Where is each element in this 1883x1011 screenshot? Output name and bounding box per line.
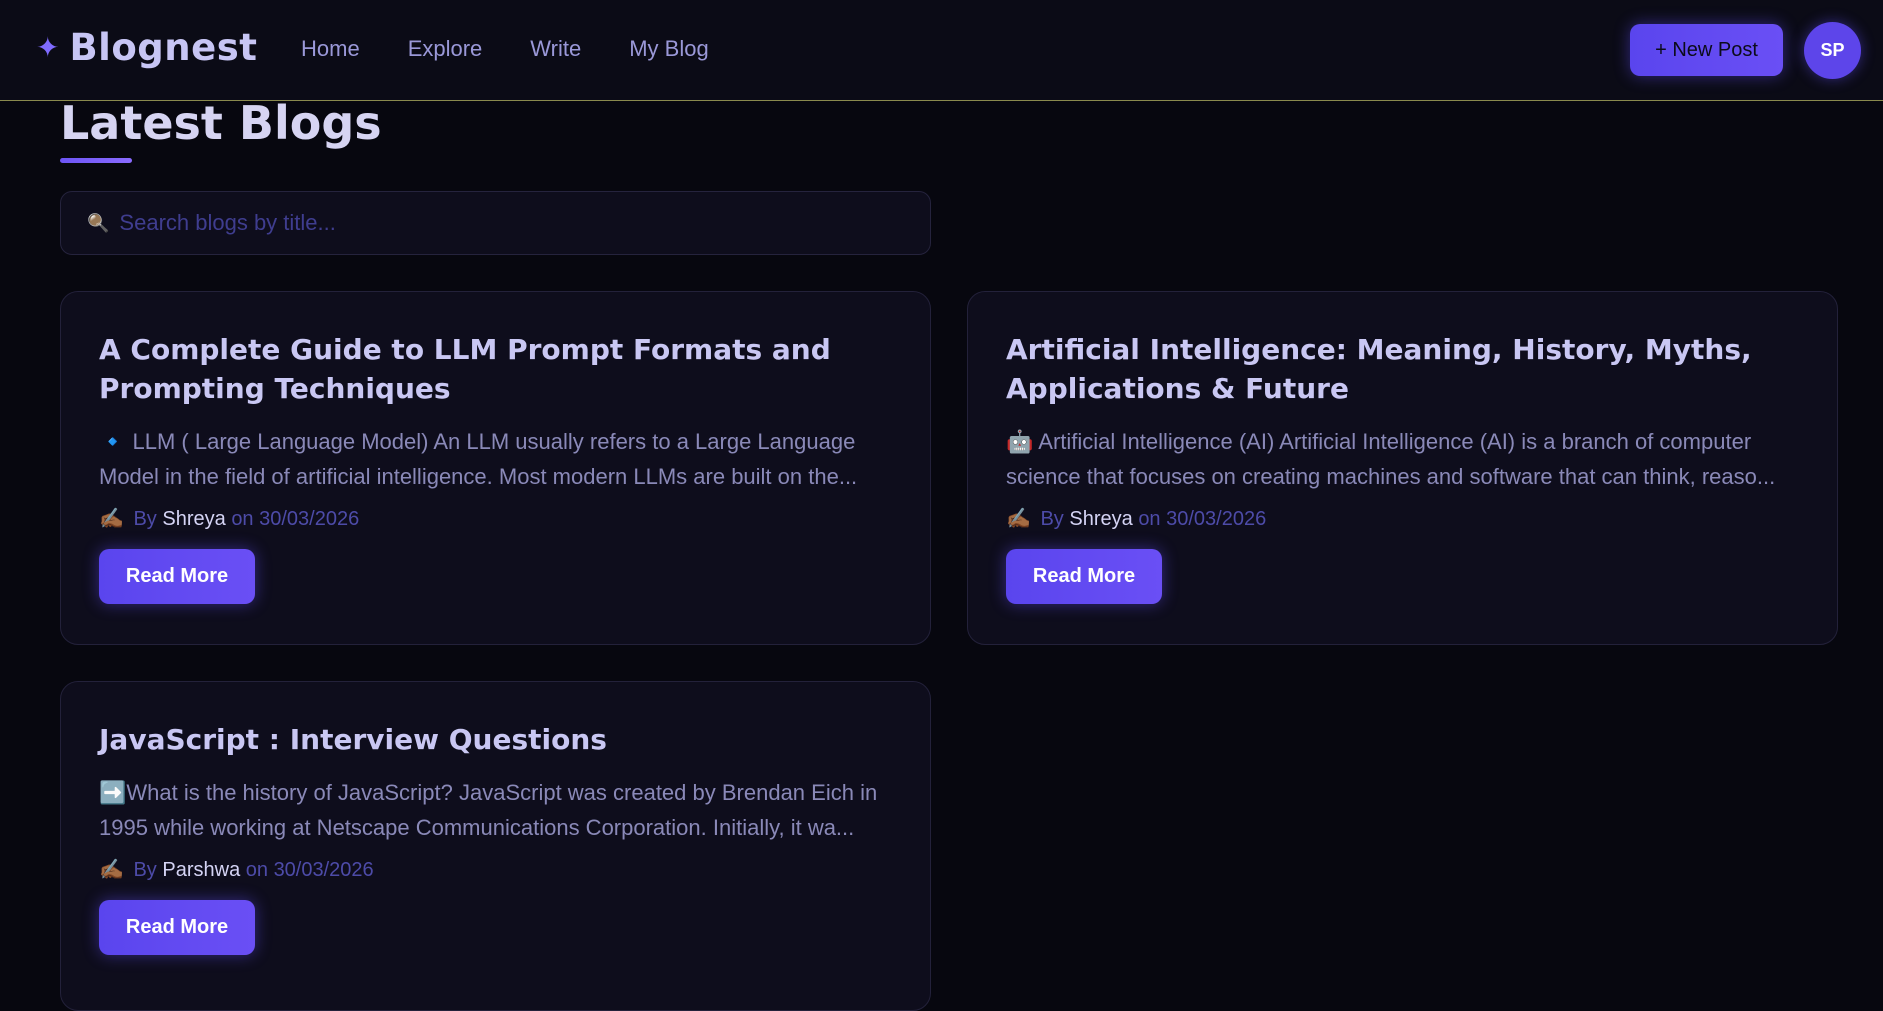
author-name: Parshwa bbox=[162, 859, 241, 881]
brand-name: Blognest bbox=[69, 26, 258, 69]
by-label: By bbox=[133, 508, 157, 530]
on-label: on bbox=[231, 508, 254, 530]
blog-card-meta: ✍🏾 By Shreya on 30/03/2026 bbox=[1006, 506, 1799, 531]
search-icon: 🔍 bbox=[87, 212, 110, 234]
nav-item-write[interactable]: Write bbox=[530, 36, 581, 62]
blog-card: JavaScript : Interview Questions ➡️What … bbox=[60, 681, 931, 1011]
search-input[interactable] bbox=[119, 210, 900, 236]
blog-card: A Complete Guide to LLM Prompt Formats a… bbox=[60, 291, 931, 645]
post-date: 30/03/2026 bbox=[1166, 508, 1267, 530]
post-date: 30/03/2026 bbox=[259, 508, 360, 530]
blog-card-excerpt: 🤖 Artificial Intelligence (AI) Artificia… bbox=[1006, 429, 1776, 489]
post-date: 30/03/2026 bbox=[273, 859, 374, 881]
main-nav: Home Explore Write My Blog bbox=[301, 36, 757, 62]
blog-card-title[interactable]: Artificial Intelligence: Meaning, Histor… bbox=[1006, 330, 1799, 408]
writing-hand-icon: ✍🏾 bbox=[1006, 508, 1031, 530]
search-bar[interactable]: 🔍 bbox=[60, 191, 931, 255]
writing-hand-icon: ✍🏾 bbox=[99, 508, 124, 530]
nav-item-home[interactable]: Home bbox=[301, 36, 360, 62]
on-label: on bbox=[245, 859, 268, 881]
blog-card-meta: ✍🏾 By Parshwa on 30/03/2026 bbox=[99, 857, 892, 882]
top-navbar: ✦ Blognest Home Explore Write My Blog + … bbox=[0, 0, 1883, 101]
nav-item-my-blog[interactable]: My Blog bbox=[629, 36, 708, 62]
page-title: Latest Blogs bbox=[60, 96, 382, 150]
on-label: on bbox=[1138, 508, 1161, 530]
blog-card-meta: ✍🏾 By Shreya on 30/03/2026 bbox=[99, 506, 892, 531]
by-label: By bbox=[133, 859, 157, 881]
new-post-button[interactable]: + New Post bbox=[1630, 24, 1783, 76]
by-label: By bbox=[1040, 508, 1064, 530]
brand-logo[interactable]: ✦ Blognest bbox=[36, 26, 257, 69]
read-more-button[interactable]: Read More bbox=[99, 549, 255, 604]
blog-card: Artificial Intelligence: Meaning, Histor… bbox=[967, 291, 1838, 645]
nav-item-explore[interactable]: Explore bbox=[408, 36, 483, 62]
blog-card-excerpt: 🔹 LLM ( Large Language Model) An LLM usu… bbox=[99, 429, 858, 489]
blog-card-excerpt: ➡️What is the history of JavaScript? Jav… bbox=[99, 780, 878, 840]
blog-card-title[interactable]: JavaScript : Interview Questions bbox=[99, 720, 892, 759]
blog-card-title[interactable]: A Complete Guide to LLM Prompt Formats a… bbox=[99, 330, 892, 408]
writing-hand-icon: ✍🏾 bbox=[99, 859, 124, 881]
title-underline bbox=[60, 158, 132, 163]
avatar[interactable]: SP bbox=[1804, 22, 1861, 79]
author-name: Shreya bbox=[1069, 508, 1133, 530]
read-more-button[interactable]: Read More bbox=[99, 900, 255, 955]
author-name: Shreya bbox=[162, 508, 226, 530]
sparkle-icon: ✦ bbox=[36, 30, 60, 64]
read-more-button[interactable]: Read More bbox=[1006, 549, 1162, 604]
